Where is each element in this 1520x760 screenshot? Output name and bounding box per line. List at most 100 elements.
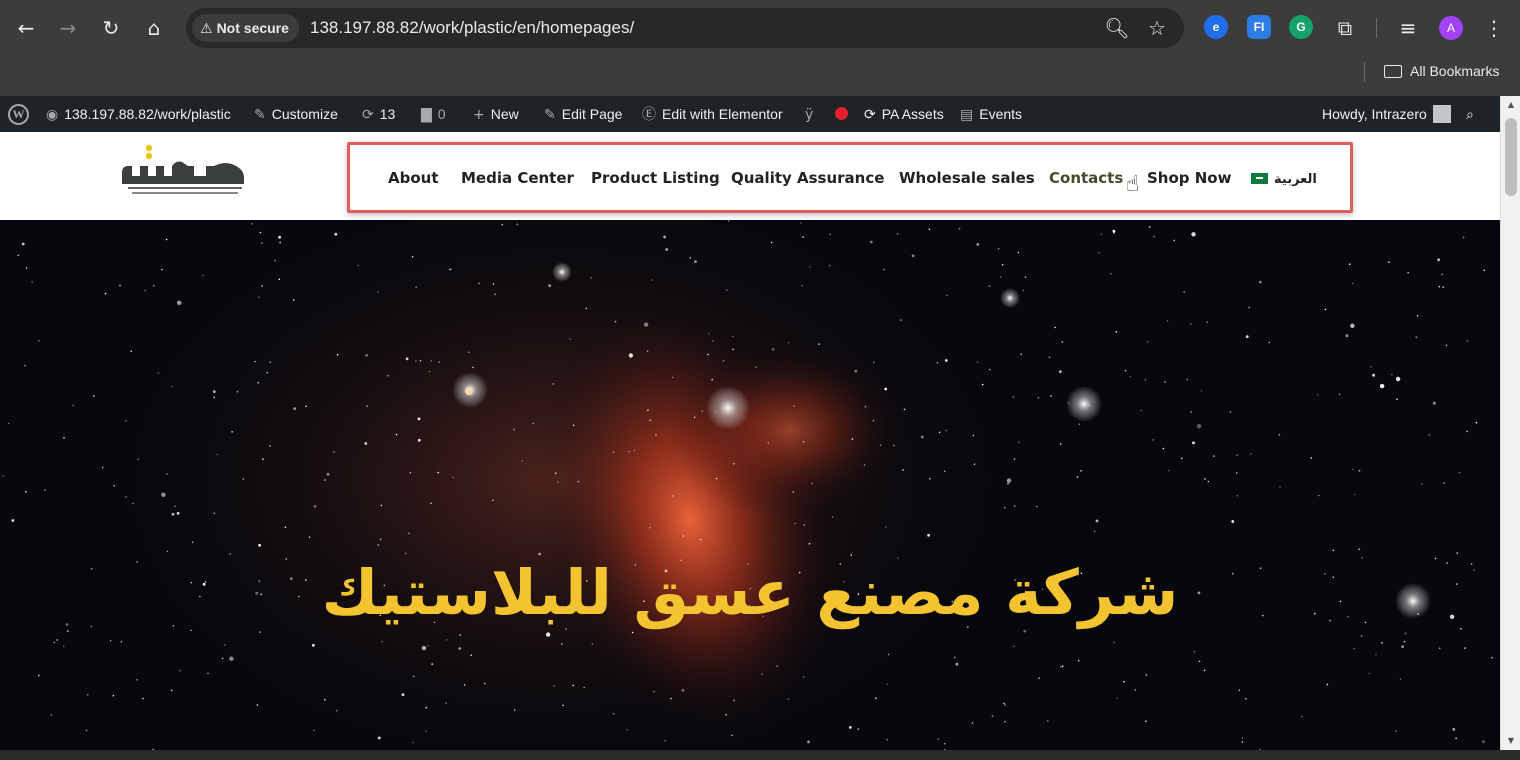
star (988, 285, 991, 287)
star (1466, 430, 1468, 433)
star (936, 362, 939, 364)
star (1164, 381, 1166, 383)
star (557, 481, 559, 483)
all-bookmarks-button[interactable]: All Bookmarks (1384, 61, 1499, 81)
profile-avatar[interactable]: A (1439, 16, 1463, 40)
star (1013, 458, 1016, 460)
menu-media-center[interactable]: Media Center (461, 167, 574, 189)
address-bar[interactable]: ⚠ Not secure 138.197.88.82/work/plastic/e… (186, 8, 1184, 48)
star (1245, 335, 1249, 338)
star (1360, 635, 1363, 637)
yoast-seo-link[interactable]: ÿ (805, 96, 819, 132)
star (1110, 272, 1112, 275)
star (944, 359, 948, 362)
page-scrollbar[interactable]: ▲ ▼ (1500, 96, 1520, 750)
refresh-icon: ⟳ (864, 107, 876, 123)
admin-new-link[interactable]: + New (473, 96, 519, 132)
admin-comments-link[interactable]: ▇ 0 (421, 96, 446, 132)
browser-toolbar: ← → ↻ ⌂ ⚠ Not secure 138.197.88.82/work/p… (0, 0, 1520, 56)
wordpress-logo-icon[interactable]: W (8, 104, 29, 125)
edge-extension-icon[interactable]: e (1204, 15, 1228, 39)
admin-elementor-link[interactable]: Ⓔ Edit with Elementor (642, 96, 783, 132)
star (377, 736, 381, 740)
star (1206, 321, 1208, 323)
star (1438, 285, 1440, 288)
admin-account-link[interactable]: Howdy, Intrazero (1322, 96, 1451, 132)
star (902, 469, 904, 471)
star (633, 449, 636, 452)
site-info-chip[interactable]: ⚠ Not secure (192, 14, 299, 42)
reload-icon[interactable]: ↻ (96, 13, 126, 43)
back-arrow-icon[interactable]: ← (11, 13, 41, 43)
star (1258, 280, 1262, 284)
home-icon[interactable]: ⌂ (139, 13, 169, 43)
menu-shop-now[interactable]: Shop Now (1147, 167, 1231, 189)
star (1193, 650, 1196, 653)
star (803, 524, 806, 526)
menu-product-listing[interactable]: Product Listing (591, 167, 720, 189)
grammarly-extension-icon[interactable]: G (1289, 15, 1313, 39)
bookmark-star-icon[interactable]: ☆ (1142, 13, 1172, 43)
star (17, 254, 20, 257)
star (417, 438, 421, 442)
menu-wholesale-sales[interactable]: Wholesale sales (899, 167, 1035, 189)
admin-pa-assets-link[interactable]: ⟳ PA Assets (864, 96, 944, 132)
star (221, 657, 224, 660)
site-logo[interactable] (118, 142, 252, 212)
updates-icon: ⟳ (362, 107, 374, 123)
star (1123, 680, 1125, 683)
star (179, 669, 181, 672)
star (1401, 645, 1404, 648)
admin-events-link[interactable]: ▤ Events (960, 96, 1022, 132)
scroll-thumb[interactable] (1505, 118, 1517, 196)
star (257, 381, 260, 384)
star (171, 385, 173, 388)
star (1310, 457, 1312, 459)
url-text[interactable]: 138.197.88.82/work/plastic/en/homepages/ (310, 8, 634, 48)
admin-edit-page-link[interactable]: ✎ Edit Page (544, 96, 622, 132)
star (711, 378, 713, 381)
star (364, 442, 368, 445)
starfield-background (0, 220, 1500, 760)
menu-quality-assurance[interactable]: Quality Assurance (731, 167, 884, 189)
star (1191, 232, 1196, 237)
star (1149, 226, 1151, 228)
scroll-up-arrow-icon[interactable]: ▲ (1501, 98, 1520, 112)
star (1129, 375, 1132, 378)
star (1358, 548, 1361, 550)
star (1076, 476, 1079, 478)
star (548, 284, 552, 287)
star (628, 353, 634, 358)
star (828, 264, 831, 267)
star (631, 631, 634, 634)
admin-updates-link[interactable]: ⟳ 13 (362, 96, 395, 132)
star (879, 444, 882, 446)
admin-elementor-label: Edit with Elementor (662, 106, 783, 122)
star (90, 567, 93, 570)
admin-site-link[interactable]: ◉ 138.197.88.82/work/plastic (46, 96, 231, 132)
star (647, 409, 649, 411)
star (1231, 520, 1235, 523)
star (1012, 396, 1015, 398)
star (459, 634, 462, 636)
language-switcher[interactable]: العربية (1251, 167, 1317, 189)
star (1347, 615, 1349, 618)
admin-search-icon[interactable]: ⌕ (1466, 96, 1480, 132)
reading-list-icon[interactable]: ≡ (1393, 13, 1423, 43)
extensions-puzzle-icon[interactable]: ⧉ (1330, 13, 1360, 43)
star (1381, 642, 1383, 644)
menu-contacts[interactable]: Contacts (1049, 167, 1123, 189)
fi-extension-icon[interactable]: FI (1247, 15, 1271, 39)
forward-arrow-icon[interactable]: → (53, 13, 83, 43)
zoom-icon[interactable]: 🔍︎ (1102, 13, 1132, 43)
star (612, 712, 615, 715)
scroll-down-arrow-icon[interactable]: ▼ (1501, 734, 1520, 748)
star (1441, 273, 1443, 276)
browser-menu-icon[interactable]: ⋮ (1482, 13, 1506, 43)
menu-about[interactable]: About (388, 167, 439, 189)
toolbar-divider (1376, 18, 1377, 38)
star (56, 639, 58, 641)
star (1466, 340, 1469, 342)
star (722, 360, 725, 362)
admin-customize-link[interactable]: ✎ Customize (254, 96, 338, 132)
